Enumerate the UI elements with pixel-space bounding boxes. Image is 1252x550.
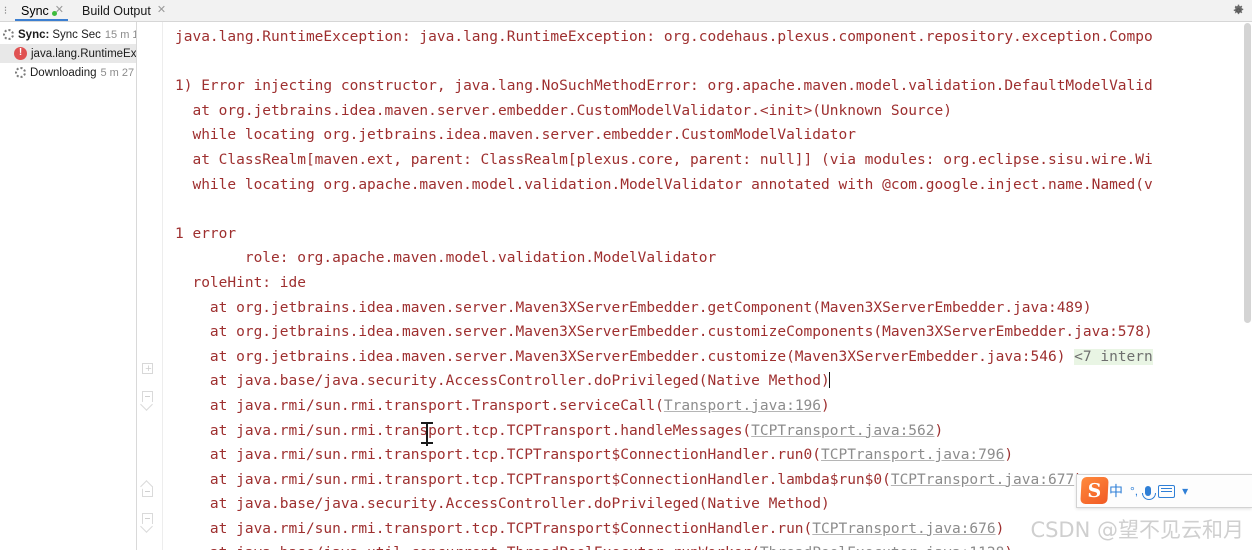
stack-line-suffix: ) (1004, 447, 1014, 464)
error-icon (14, 46, 27, 60)
stack-line-text: at org.jetbrains.idea.maven.server.Maven… (175, 324, 1153, 341)
console-stack-line: at org.jetbrains.idea.maven.server.Maven… (163, 296, 1252, 321)
console-stack-line: at org.jetbrains.idea.maven.server.Maven… (163, 320, 1252, 345)
console-stack-line: at java.base/java.util.concurrent.Thread… (163, 541, 1252, 550)
console-line: while locating org.apache.maven.model.va… (175, 176, 1153, 193)
ime-punctuation-button[interactable]: °, (1130, 484, 1138, 498)
console-gutter[interactable]: + (137, 22, 163, 550)
tree-node-runtime-exception[interactable]: java.lang.RuntimeExce (0, 44, 136, 63)
tree-node-sync-prefix: Sync: (18, 28, 50, 41)
tree-node-downloading-label: Downloading (30, 66, 97, 79)
ide-build-tool-window: ⁝ Sync ✕ Build Output ✕ Sync: Sync Sec 1… (0, 0, 1252, 550)
ime-more-button[interactable]: ▾ (1182, 484, 1188, 498)
console-line: 1 error (175, 225, 237, 242)
fold-collapse-marker-down[interactable] (142, 391, 157, 406)
console-text-area[interactable]: java.lang.RuntimeException: java.lang.Ru… (163, 22, 1252, 550)
tree-node-sync-time: 15 m 17 s (104, 28, 136, 41)
stack-line-suffix: ) (995, 520, 1005, 537)
stack-line-suffix: ) (934, 422, 944, 439)
source-file-link[interactable]: ThreadPoolExecutor.java:1128 (760, 545, 1004, 550)
stack-line-text: at java.base/java.security.AccessControl… (175, 496, 830, 513)
tree-node-downloading-time: 5 m 27 s (100, 66, 137, 79)
stack-line-text: at java.rmi/sun.rmi.transport.tcp.TCPTra… (175, 471, 891, 488)
sync-tree-panel[interactable]: Sync: Sync Sec 15 m 17 s java.lang.Runti… (0, 22, 137, 550)
stack-line-text: at org.jetbrains.idea.maven.server.Maven… (175, 299, 1092, 316)
tab-bar: ⁝ Sync ✕ Build Output ✕ (0, 0, 1252, 22)
source-file-link[interactable]: Transport.java:196 (664, 398, 821, 414)
console-line: role: org.apache.maven.model.validation.… (175, 250, 717, 267)
console-stack-line: at java.rmi/sun.rmi.transport.Transport.… (163, 394, 1252, 419)
sync-status-dot-icon (52, 11, 57, 16)
fold-expand-marker[interactable]: + (142, 363, 157, 378)
tree-node-sync[interactable]: Sync: Sync Sec 15 m 17 s (0, 25, 136, 44)
source-file-link[interactable]: TCPTransport.java:676 (812, 521, 995, 537)
console-line: java.lang.RuntimeException: java.lang.Ru… (175, 29, 1153, 45)
console-stack-line: at java.rmi/sun.rmi.transport.tcp.TCPTra… (163, 517, 1252, 542)
spinner-icon (14, 66, 27, 79)
keyboard-icon[interactable] (1158, 484, 1176, 498)
stack-line-text: at org.jetbrains.idea.maven.server.Maven… (175, 348, 1075, 365)
console-stack-line: at java.rmi/sun.rmi.transport.tcp.TCPTra… (163, 419, 1252, 444)
console-scrollbar-thumb[interactable] (1244, 23, 1251, 323)
sogou-logo-icon[interactable]: S (1080, 477, 1109, 504)
tree-node-sync-label: Sync Sec (52, 28, 101, 41)
stack-line-suffix: ) (821, 397, 830, 414)
console-line: at ClassRealm[maven.ext, parent: ClassRe… (175, 151, 1153, 168)
source-file-link[interactable]: TCPTransport.java:677 (891, 472, 1074, 488)
console-stack-trace[interactable]: at org.jetbrains.idea.maven.server.Maven… (163, 296, 1252, 550)
tab-sync-label: Sync (21, 3, 49, 18)
console-output-panel[interactable]: + java.lang.RuntimeException: java.lang.… (137, 22, 1252, 550)
ime-language-mode-button[interactable]: 中 (1109, 481, 1123, 501)
console-line: at org.jetbrains.idea.maven.server.embed… (175, 102, 952, 119)
tab-bar-drag-handle[interactable]: ⁝ (0, 0, 11, 21)
source-file-link[interactable]: TCPTransport.java:796 (821, 447, 1004, 463)
text-caret (828, 372, 830, 389)
console-vertical-scrollbar[interactable] (1243, 22, 1252, 550)
tab-build-output-close-icon[interactable]: ✕ (157, 5, 166, 16)
console-stack-line: at org.jetbrains.idea.maven.server.Maven… (163, 345, 1252, 370)
stack-line-text: at java.rmi/sun.rmi.transport.tcp.TCPTra… (175, 447, 822, 464)
sogou-ime-toolbar[interactable]: S 中 °, ▾ (1076, 474, 1252, 508)
fold-collapse-marker-up[interactable] (142, 483, 157, 498)
tab-sync[interactable]: Sync ✕ (11, 0, 72, 21)
console-stack-line: at java.base/java.security.AccessControl… (163, 369, 1252, 394)
source-file-link[interactable]: TCPTransport.java:562 (751, 423, 934, 439)
stack-line-text: at java.base/java.security.AccessControl… (175, 373, 830, 390)
spinner-icon (2, 28, 15, 41)
stack-line-text: at java.rmi/sun.rmi.transport.tcp.TCPTra… (175, 520, 813, 537)
stack-line-text: at java.rmi/sun.rmi.transport.Transport.… (175, 397, 664, 414)
tree-node-runtime-exception-label: java.lang.RuntimeExce (31, 47, 136, 60)
console-line: roleHint: ide (175, 274, 306, 291)
stack-line-suffix: ) (1004, 545, 1013, 550)
console-stack-line: at java.rmi/sun.rmi.transport.tcp.TCPTra… (163, 443, 1252, 468)
fold-collapse-marker-down-2[interactable] (142, 513, 157, 528)
tool-window-body: Sync: Sync Sec 15 m 17 s java.lang.Runti… (0, 22, 1252, 550)
stack-line-text: at java.rmi/sun.rmi.transport.tcp.TCPTra… (175, 422, 752, 439)
gear-icon[interactable] (1224, 0, 1252, 21)
console-line: 1) Error injecting constructor, java.lan… (175, 78, 1153, 95)
folded-frames-badge[interactable]: <7 intern (1074, 348, 1153, 365)
tab-build-output-label: Build Output (82, 3, 151, 18)
console-line: while locating org.jetbrains.idea.maven.… (175, 127, 856, 144)
tab-build-output[interactable]: Build Output ✕ (72, 0, 174, 21)
tree-node-downloading[interactable]: Downloading 5 m 27 s (0, 63, 136, 82)
stack-line-text: at java.base/java.util.concurrent.Thread… (175, 545, 760, 550)
microphone-icon[interactable] (1142, 486, 1157, 500)
